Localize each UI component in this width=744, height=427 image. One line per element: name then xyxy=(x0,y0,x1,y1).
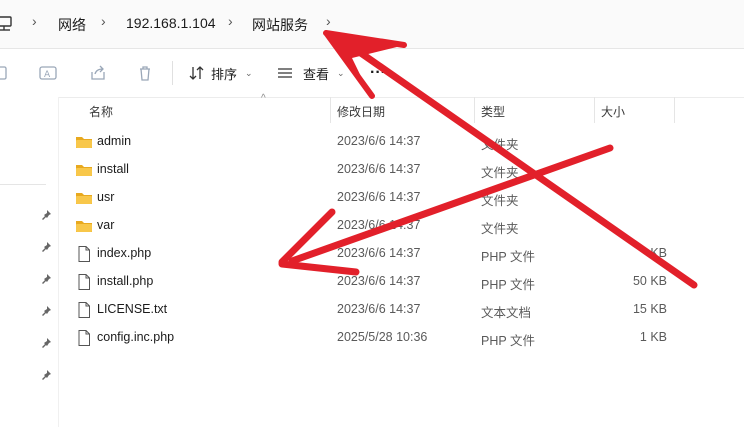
file-size: KB xyxy=(650,246,667,260)
command-bar: A 排序 ⌄ 查看 ⌄ ··· xyxy=(0,49,744,98)
pin-icon[interactable] xyxy=(40,241,52,253)
file-icon xyxy=(78,246,90,262)
file-name: install.php xyxy=(97,274,154,288)
file-size: 15 KB xyxy=(632,302,667,316)
file-row[interactable]: install.php 2023/6/6 14:37 PHP 文件 50 KB xyxy=(59,268,744,296)
folder-icon xyxy=(76,221,92,232)
column-divider[interactable] xyxy=(330,97,331,123)
sort-label: 排序 xyxy=(211,66,238,82)
breadcrumb-network[interactable]: 网络 xyxy=(58,15,86,35)
file-date: 2023/6/6 14:37 xyxy=(337,190,421,204)
column-divider[interactable] xyxy=(594,97,595,123)
file-icon xyxy=(78,330,90,346)
file-name: LICENSE.txt xyxy=(97,302,168,316)
file-type: PHP 文件 xyxy=(481,278,535,292)
rename-icon[interactable]: A xyxy=(38,63,58,83)
file-name: admin xyxy=(97,134,132,148)
file-date: 2023/6/6 14:37 xyxy=(337,246,421,260)
column-divider[interactable] xyxy=(674,97,675,123)
network-icon xyxy=(0,16,12,31)
file-row[interactable]: var 2023/6/6 14:37 文件夹 xyxy=(59,212,744,240)
file-date: 2025/5/28 10:36 xyxy=(337,330,428,344)
chevron-down-icon: ⌄ xyxy=(245,67,253,78)
file-type: PHP 文件 xyxy=(481,250,535,264)
folder-icon xyxy=(76,137,92,148)
file-icon xyxy=(78,302,90,318)
breadcrumb-host[interactable]: 192.168.1.104 xyxy=(126,15,216,31)
chevron-right-icon: › xyxy=(101,13,106,29)
breadcrumb-current[interactable]: 网站服务 xyxy=(252,15,308,35)
chevron-down-icon: ⌄ xyxy=(337,67,345,78)
file-name: install xyxy=(97,162,129,176)
file-icon xyxy=(78,274,90,290)
file-row[interactable]: config.inc.php 2025/5/28 10:36 PHP 文件 1 … xyxy=(59,324,744,352)
sort-ascending-icon: ^ xyxy=(261,93,266,104)
file-name: usr xyxy=(97,190,115,204)
pin-icon[interactable] xyxy=(40,369,52,381)
chevron-right-icon: › xyxy=(32,13,37,29)
pin-icon[interactable] xyxy=(40,273,52,285)
view-label: 查看 xyxy=(303,66,330,82)
file-name: var xyxy=(97,218,115,232)
column-name[interactable]: 名称 xyxy=(89,103,113,120)
sort-icon xyxy=(189,66,204,80)
column-divider[interactable] xyxy=(474,97,475,123)
file-name: index.php xyxy=(97,246,152,260)
file-row[interactable]: install 2023/6/6 14:37 文件夹 xyxy=(59,156,744,184)
column-date[interactable]: 修改日期 xyxy=(337,103,385,120)
file-row[interactable]: index.php 2023/6/6 14:37 PHP 文件 KB xyxy=(59,240,744,268)
file-date: 2023/6/6 14:37 xyxy=(337,218,421,232)
file-type: 文件夹 xyxy=(481,166,519,180)
file-row[interactable]: LICENSE.txt 2023/6/6 14:37 文本文档 15 KB xyxy=(59,296,744,324)
copy-icon[interactable] xyxy=(0,63,12,83)
chevron-right-icon[interactable]: › xyxy=(326,13,331,29)
file-size: 50 KB xyxy=(632,274,667,288)
view-icon xyxy=(278,68,292,78)
sort-button[interactable]: 排序 ⌄ xyxy=(188,61,253,85)
nav-divider xyxy=(0,184,46,185)
chevron-right-icon: › xyxy=(228,13,233,29)
file-date: 2023/6/6 14:37 xyxy=(337,162,421,176)
file-row[interactable]: usr 2023/6/6 14:37 文件夹 xyxy=(59,184,744,212)
folder-icon xyxy=(76,165,92,176)
file-name: config.inc.php xyxy=(97,330,175,344)
pin-icon[interactable] xyxy=(40,337,52,349)
file-date: 2023/6/6 14:37 xyxy=(337,302,421,316)
file-row[interactable]: admin 2023/6/6 14:37 文件夹 xyxy=(59,128,744,156)
file-type: 文件夹 xyxy=(481,138,519,152)
file-type: 文件夹 xyxy=(481,222,519,236)
file-size: 1 KB xyxy=(639,330,667,344)
share-icon[interactable] xyxy=(88,63,108,83)
file-date: 2023/6/6 14:37 xyxy=(337,134,421,148)
file-type: PHP 文件 xyxy=(481,334,535,348)
pin-icon[interactable] xyxy=(40,209,52,221)
file-date: 2023/6/6 14:37 xyxy=(337,274,421,288)
pin-icon[interactable] xyxy=(40,305,52,317)
toolbar-divider xyxy=(172,61,173,85)
view-button[interactable]: 查看 ⌄ xyxy=(276,61,345,85)
address-bar[interactable]: › 网络 › 192.168.1.104 › 网站服务 › xyxy=(0,0,744,49)
svg-text:A: A xyxy=(44,70,51,80)
column-size[interactable]: 大小 xyxy=(601,103,625,120)
more-options-button[interactable]: ··· xyxy=(370,61,386,85)
file-type: 文件夹 xyxy=(481,194,519,208)
column-header: ^ 名称 修改日期 类型 大小 xyxy=(59,93,744,125)
column-type[interactable]: 类型 xyxy=(481,103,505,120)
delete-icon[interactable] xyxy=(135,63,155,83)
folder-icon xyxy=(76,193,92,204)
navigation-pane xyxy=(0,97,59,427)
file-type: 文本文档 xyxy=(481,306,532,320)
